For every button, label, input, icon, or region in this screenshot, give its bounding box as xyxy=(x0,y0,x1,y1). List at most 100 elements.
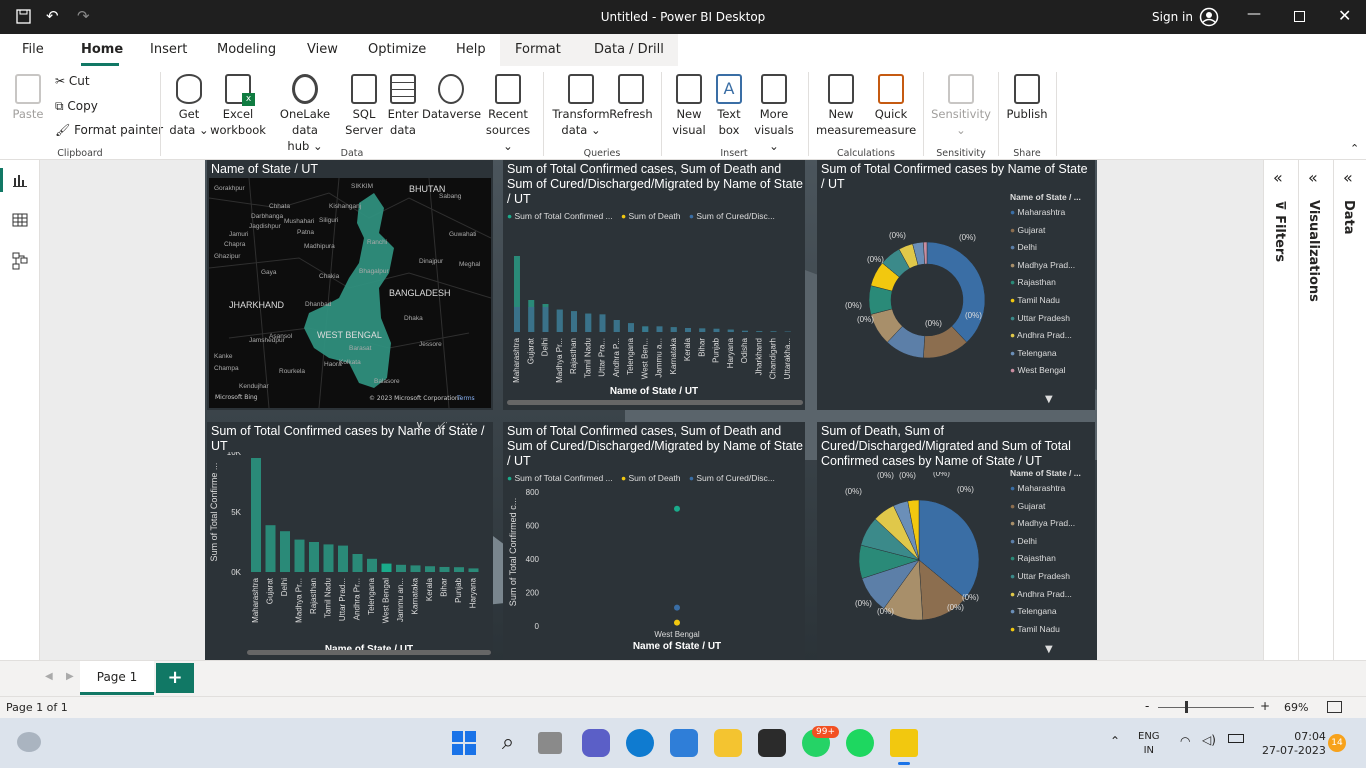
quick-measure-button[interactable]: Quick measure xyxy=(866,74,916,138)
more-options-icon[interactable]: ⋯ xyxy=(461,422,473,431)
wifi-icon[interactable]: ◠ xyxy=(1180,734,1190,748)
legend-item[interactable]: ● Gujarat xyxy=(1010,498,1095,516)
store-icon[interactable] xyxy=(670,729,698,757)
model-view-icon[interactable] xyxy=(12,252,28,270)
publish-button[interactable]: Publish xyxy=(1004,74,1050,122)
start-icon[interactable] xyxy=(450,729,478,757)
tab-modeling[interactable]: Modeling xyxy=(217,42,276,57)
prev-page-icon[interactable]: ◀ xyxy=(45,671,53,682)
show-hidden-icons[interactable]: ⌃ xyxy=(1110,734,1120,748)
search-icon[interactable]: ⌕ xyxy=(494,729,522,757)
legend-item[interactable]: ● Madhya Prad... xyxy=(1010,257,1095,275)
legend-item[interactable]: ● Andhra Prad... xyxy=(1010,586,1095,604)
tab-help[interactable]: Help xyxy=(456,42,486,57)
collapse-visualizations-icon[interactable]: « xyxy=(1308,168,1318,187)
legend-item[interactable]: ● Gujarat xyxy=(1010,222,1095,240)
legend-item[interactable]: ● Tamil Nadu xyxy=(1010,621,1095,639)
get-data-button[interactable]: Get data ⌄ xyxy=(168,74,210,138)
map-terms-link[interactable]: Terms xyxy=(456,395,475,402)
recent-sources-button[interactable]: Recent sources ⌄ xyxy=(480,74,536,154)
filter-icon[interactable]: ⊽ xyxy=(415,422,424,431)
next-page-icon[interactable]: ▶ xyxy=(66,671,74,682)
zoom-out-button[interactable]: - xyxy=(1145,699,1149,713)
legend-item[interactable]: ● Maharashtra xyxy=(1010,204,1095,222)
transform-data-button[interactable]: Transform data ⌄ xyxy=(552,74,610,138)
excel-workbook-button[interactable]: x Excel workbook xyxy=(210,74,266,138)
terminal-icon[interactable] xyxy=(758,729,786,757)
bottom-bar-visual[interactable]: Sum of Total Confirmed cases by Name of … xyxy=(207,422,493,660)
power-bi-icon[interactable] xyxy=(890,729,918,757)
map-canvas[interactable]: BHUTANBANGLADESHSIKKIMJHARKHANDWEST BENG… xyxy=(209,178,491,408)
task-view-icon[interactable] xyxy=(538,732,562,754)
weather-icon[interactable] xyxy=(17,732,41,752)
legend-item[interactable]: ● West Bengal xyxy=(1010,362,1095,380)
legend-item[interactable]: ● Telengana xyxy=(1010,603,1095,621)
legend-item[interactable]: ● Telengana xyxy=(1010,345,1095,363)
tab-view[interactable]: View xyxy=(307,42,338,57)
legend-item[interactable]: ● Uttar Pradesh xyxy=(1010,310,1095,328)
fit-to-page-icon[interactable] xyxy=(1327,701,1342,713)
collapse-filters-icon[interactable]: « xyxy=(1273,168,1283,187)
legend-item[interactable]: ● Delhi xyxy=(1010,239,1095,257)
legend-item[interactable]: ● Uttar Pradesh xyxy=(1010,568,1095,586)
tab-home[interactable]: Home xyxy=(81,42,123,57)
data-pane-tab[interactable]: Data xyxy=(1341,200,1356,235)
battery-icon[interactable] xyxy=(1228,734,1244,743)
sensitivity-button[interactable]: Sensitivity ⌄ xyxy=(930,74,992,138)
minimize-icon[interactable]: — xyxy=(1247,6,1261,22)
zoom-in-button[interactable]: + xyxy=(1260,699,1270,713)
visualizations-pane-tab[interactable]: Visualizations xyxy=(1306,200,1321,302)
tab-format[interactable]: Format xyxy=(515,42,561,57)
map-visual[interactable]: Name of State / UT BHUTAN BANGLADESH SIKKI… xyxy=(207,160,493,410)
legend-scroll-down-icon[interactable]: ▼ xyxy=(1045,394,1053,405)
horizontal-scrollbar[interactable] xyxy=(247,650,491,655)
page-tab-page-1[interactable]: Page 1 xyxy=(80,661,154,695)
zoom-slider-thumb[interactable] xyxy=(1185,701,1188,713)
new-measure-button[interactable]: New measure xyxy=(816,74,866,138)
report-view-icon[interactable] xyxy=(12,172,28,188)
clock[interactable]: 07:04 27-07-2023 xyxy=(1262,730,1326,758)
zoom-slider-track[interactable] xyxy=(1158,707,1254,708)
new-visual-button[interactable]: New visual xyxy=(668,74,710,138)
collapse-data-icon[interactable]: « xyxy=(1343,168,1353,187)
tab-optimize[interactable]: Optimize xyxy=(368,42,426,57)
teams-icon[interactable] xyxy=(582,729,610,757)
horizontal-scrollbar[interactable] xyxy=(507,400,803,405)
volume-icon[interactable]: ◁) xyxy=(1202,733,1216,747)
onelake-hub-button[interactable]: OneLake data hub ⌄ xyxy=(266,74,344,154)
legend-item[interactable]: ● Andhra Prad... xyxy=(1010,327,1095,345)
collapse-ribbon-icon[interactable]: ⌃ xyxy=(1350,142,1359,155)
cut-button[interactable]: ✂ Cut xyxy=(55,74,90,88)
pie-chart-visual[interactable]: Sum of Death, Sum of Cured/Discharged/Mi… xyxy=(817,422,1095,660)
more-visuals-button[interactable]: More visuals ⌄ xyxy=(748,74,800,154)
language-indicator[interactable]: ENG IN xyxy=(1138,730,1160,758)
legend-item[interactable]: ● Rajasthan xyxy=(1010,550,1095,568)
close-icon[interactable]: ✕ xyxy=(1338,6,1351,25)
donut-chart-visual[interactable]: Sum of Total Confirmed cases by Name of … xyxy=(817,160,1095,410)
legend-scroll-down-icon[interactable]: ▼ xyxy=(1045,644,1053,655)
copy-button[interactable]: ⧉ Copy xyxy=(55,99,98,114)
refresh-button[interactable]: Refresh xyxy=(609,74,653,122)
scatter-visual[interactable]: Sum of Total Confirmed cases, Sum of Dea… xyxy=(503,422,805,660)
enter-data-button[interactable]: Enter data xyxy=(384,74,422,138)
tab-file[interactable]: File xyxy=(22,42,44,57)
edge-icon[interactable] xyxy=(626,729,654,757)
spotify-icon[interactable] xyxy=(846,729,874,757)
text-box-button[interactable]: A Text box xyxy=(710,74,748,138)
notification-badge[interactable]: 14 xyxy=(1328,734,1346,752)
tab-insert[interactable]: Insert xyxy=(150,42,187,57)
top-clustered-bar-visual[interactable]: Sum of Total Confirmed cases, Sum of Dea… xyxy=(503,160,805,410)
legend-item[interactable]: ● Maharashtra xyxy=(1010,480,1095,498)
table-view-icon[interactable] xyxy=(12,212,28,228)
paste-button[interactable]: Paste xyxy=(10,74,46,122)
format-painter-button[interactable]: 🖌 Format painter xyxy=(55,123,163,137)
maximize-icon[interactable] xyxy=(1294,11,1305,22)
filters-pane-tab[interactable]: ⊽ Filters xyxy=(1272,200,1287,262)
legend-item[interactable]: ● Tamil Nadu xyxy=(1010,292,1095,310)
legend-item[interactable]: ● Rajasthan xyxy=(1010,274,1095,292)
add-page-button[interactable]: + xyxy=(156,663,194,693)
sign-in-link[interactable]: Sign in xyxy=(1152,10,1193,24)
user-avatar-icon[interactable] xyxy=(1199,7,1219,27)
tab-data-drill[interactable]: Data / Drill xyxy=(594,42,664,57)
sql-server-button[interactable]: SQL Server xyxy=(344,74,384,138)
